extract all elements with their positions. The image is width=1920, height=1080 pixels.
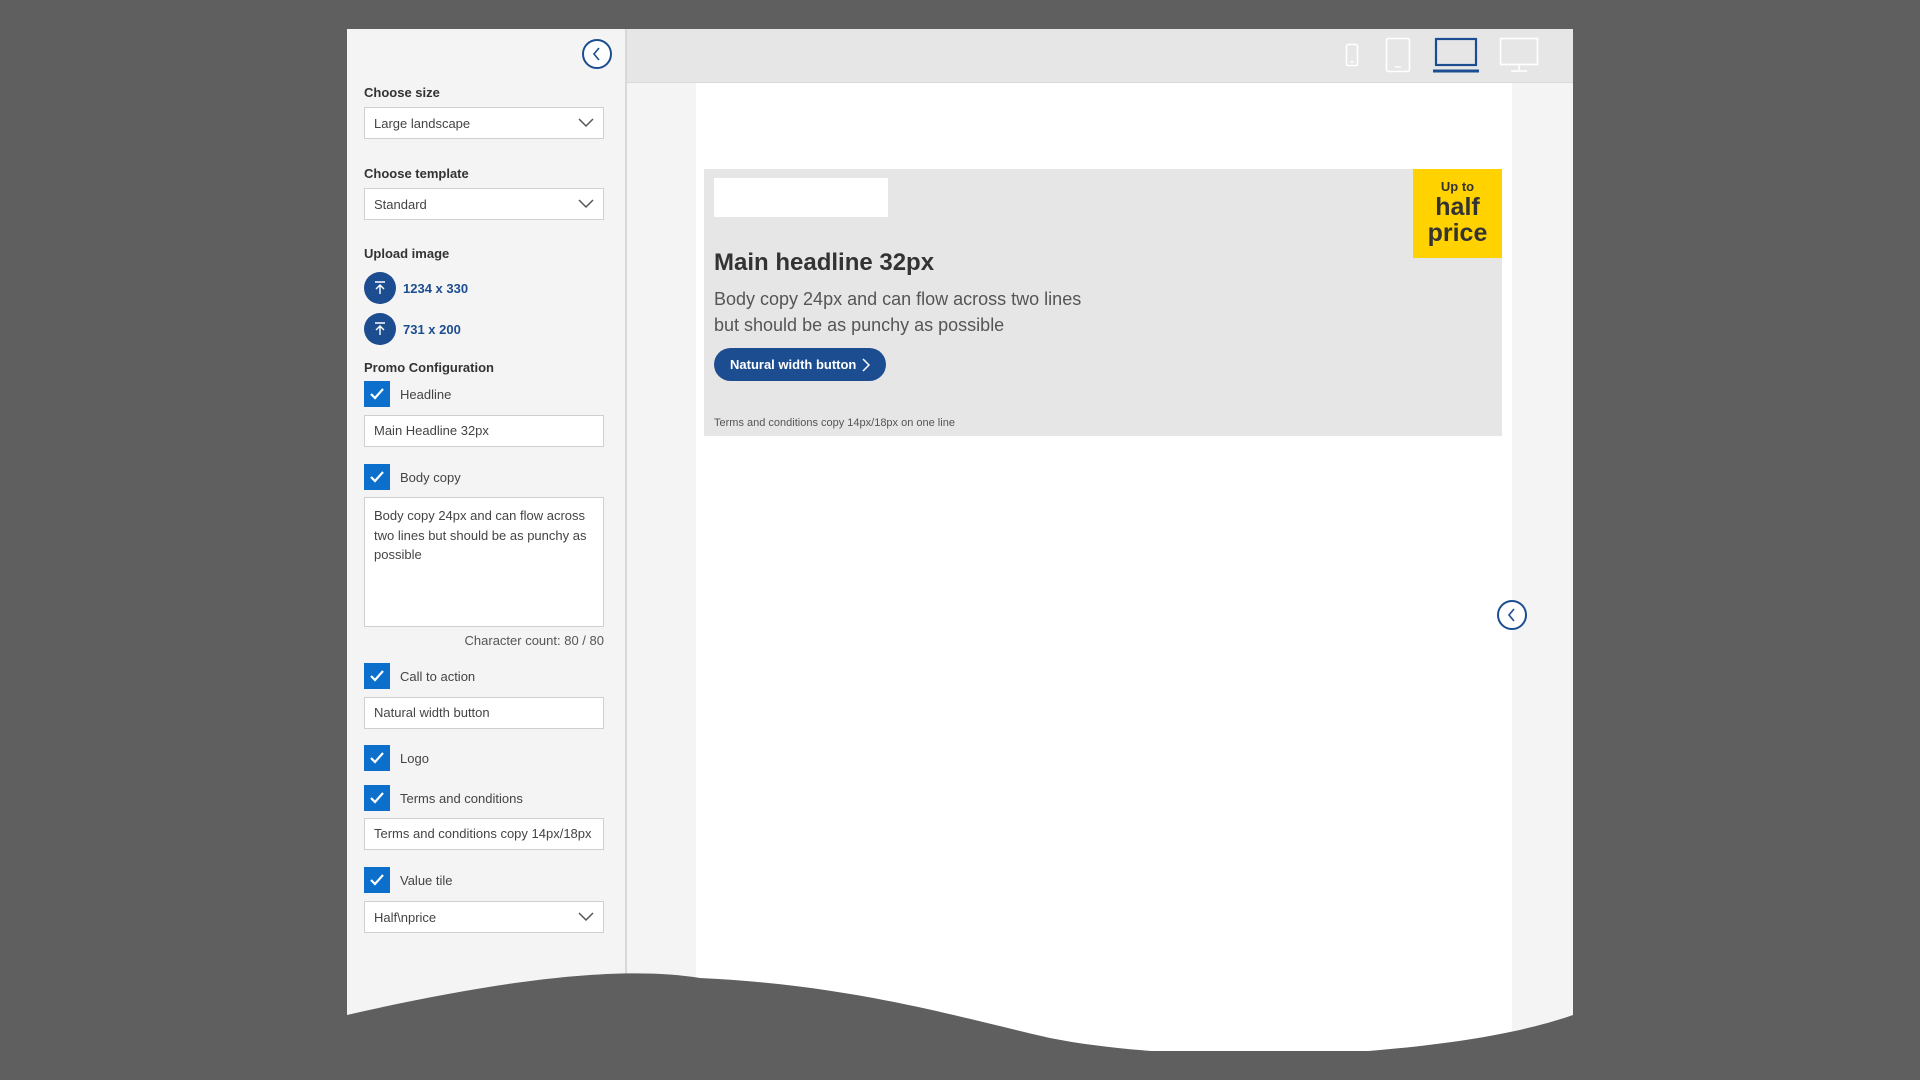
upload-arrow-icon bbox=[375, 322, 385, 335]
mobile-icon[interactable] bbox=[1345, 43, 1359, 67]
size-select-value: Large landscape bbox=[374, 115, 471, 131]
checkmark-icon bbox=[370, 471, 384, 483]
cta-checkbox-label: Call to action bbox=[400, 668, 476, 684]
checkmark-icon bbox=[370, 752, 384, 764]
chevron-left-icon bbox=[592, 47, 600, 61]
terms-input[interactable]: Terms and conditions copy 14px/18px bbox=[364, 818, 604, 850]
body-copy-toggle[interactable]: Body copy bbox=[364, 464, 461, 490]
headline-checkbox[interactable] bbox=[364, 381, 390, 407]
template-select[interactable]: Standard bbox=[364, 188, 604, 220]
desktop-icon[interactable] bbox=[1499, 37, 1539, 73]
headline-checkbox-label: Headline bbox=[400, 386, 452, 402]
body-copy-checkbox[interactable] bbox=[364, 464, 390, 490]
chevron-down-icon bbox=[578, 912, 594, 922]
body-copy-checkbox-label: Body copy bbox=[400, 469, 461, 485]
value-tile-select[interactable]: Half\nprice bbox=[364, 901, 604, 933]
upload-button-small[interactable] bbox=[364, 313, 396, 345]
device-toolbar bbox=[627, 29, 1573, 83]
logo-checkbox[interactable] bbox=[364, 745, 390, 771]
upload-row-small[interactable]: 731 x 200 bbox=[364, 313, 461, 345]
banner-cta-label: Natural width button bbox=[730, 357, 857, 372]
preview-area: Main headline 32px Body copy 24px and ca… bbox=[627, 29, 1573, 1051]
chevron-right-icon bbox=[862, 357, 871, 372]
choose-template-label: Choose template bbox=[364, 166, 469, 181]
value-tile-checkbox-label: Value tile bbox=[400, 872, 453, 888]
upload-row-large[interactable]: 1234 x 330 bbox=[364, 272, 468, 304]
value-tile-line2: price bbox=[1427, 219, 1488, 247]
upload-size-large: 1234 x 330 bbox=[403, 280, 469, 296]
tablet-icon[interactable] bbox=[1385, 37, 1411, 73]
upload-button-large[interactable] bbox=[364, 272, 396, 304]
value-tile-toggle[interactable]: Value tile bbox=[364, 867, 453, 893]
collapse-sidebar-button[interactable] bbox=[582, 39, 612, 69]
terms-checkbox[interactable] bbox=[364, 785, 390, 811]
upload-image-label: Upload image bbox=[364, 246, 450, 261]
checkmark-icon bbox=[370, 670, 384, 682]
editor-window: Choose size Large landscape Choose templ… bbox=[347, 29, 1573, 1051]
terms-checkbox-label: Terms and conditions bbox=[400, 790, 523, 806]
chevron-down-icon bbox=[578, 199, 594, 209]
checkmark-icon bbox=[370, 388, 384, 400]
preview-canvas: Main headline 32px Body copy 24px and ca… bbox=[696, 83, 1512, 1051]
banner-terms: Terms and conditions copy 14px/18px on o… bbox=[714, 417, 955, 429]
size-select[interactable]: Large landscape bbox=[364, 107, 604, 139]
value-tile: Up to half price bbox=[1413, 169, 1502, 258]
choose-size-label: Choose size bbox=[364, 85, 440, 100]
value-tile-select-value: Half\nprice bbox=[374, 909, 437, 925]
chevron-left-icon bbox=[1507, 608, 1515, 622]
cta-toggle[interactable]: Call to action bbox=[364, 663, 475, 689]
chevron-down-icon bbox=[578, 118, 594, 128]
upload-arrow-icon bbox=[375, 281, 385, 294]
value-tile-line1: half bbox=[1435, 193, 1480, 221]
upload-size-small: 731 x 200 bbox=[403, 321, 461, 337]
config-sidebar: Choose size Large landscape Choose templ… bbox=[347, 29, 627, 1051]
logo-checkbox-label: Logo bbox=[400, 750, 429, 766]
template-select-value: Standard bbox=[374, 196, 427, 212]
banner-headline: Main headline 32px bbox=[714, 249, 935, 276]
collapse-preview-button[interactable] bbox=[1497, 600, 1527, 630]
checkmark-icon bbox=[370, 874, 384, 886]
headline-input[interactable]: Main Headline 32px bbox=[364, 415, 604, 447]
laptop-icon[interactable] bbox=[1433, 37, 1479, 73]
cta-input[interactable]: Natural width button bbox=[364, 697, 604, 729]
value-tile-prefix: Up to bbox=[1440, 179, 1475, 194]
logo-toggle[interactable]: Logo bbox=[364, 745, 429, 771]
terms-toggle[interactable]: Terms and conditions bbox=[364, 785, 523, 811]
promo-banner: Main headline 32px Body copy 24px and ca… bbox=[704, 169, 1502, 436]
banner-body-copy: Body copy 24px and can flow across two l… bbox=[714, 289, 1082, 335]
banner-cta-button[interactable]: Natural width button bbox=[714, 348, 887, 381]
character-count: Character count: 80 / 80 bbox=[464, 633, 604, 648]
cta-checkbox[interactable] bbox=[364, 663, 390, 689]
promo-configuration-label: Promo Configuration bbox=[364, 360, 494, 375]
body-copy-textarea[interactable]: Body copy 24px and can flow across two l… bbox=[364, 497, 604, 627]
value-tile-checkbox[interactable] bbox=[364, 867, 390, 893]
logo-placeholder bbox=[714, 178, 888, 217]
headline-toggle[interactable]: Headline bbox=[364, 381, 451, 407]
checkmark-icon bbox=[370, 792, 384, 804]
